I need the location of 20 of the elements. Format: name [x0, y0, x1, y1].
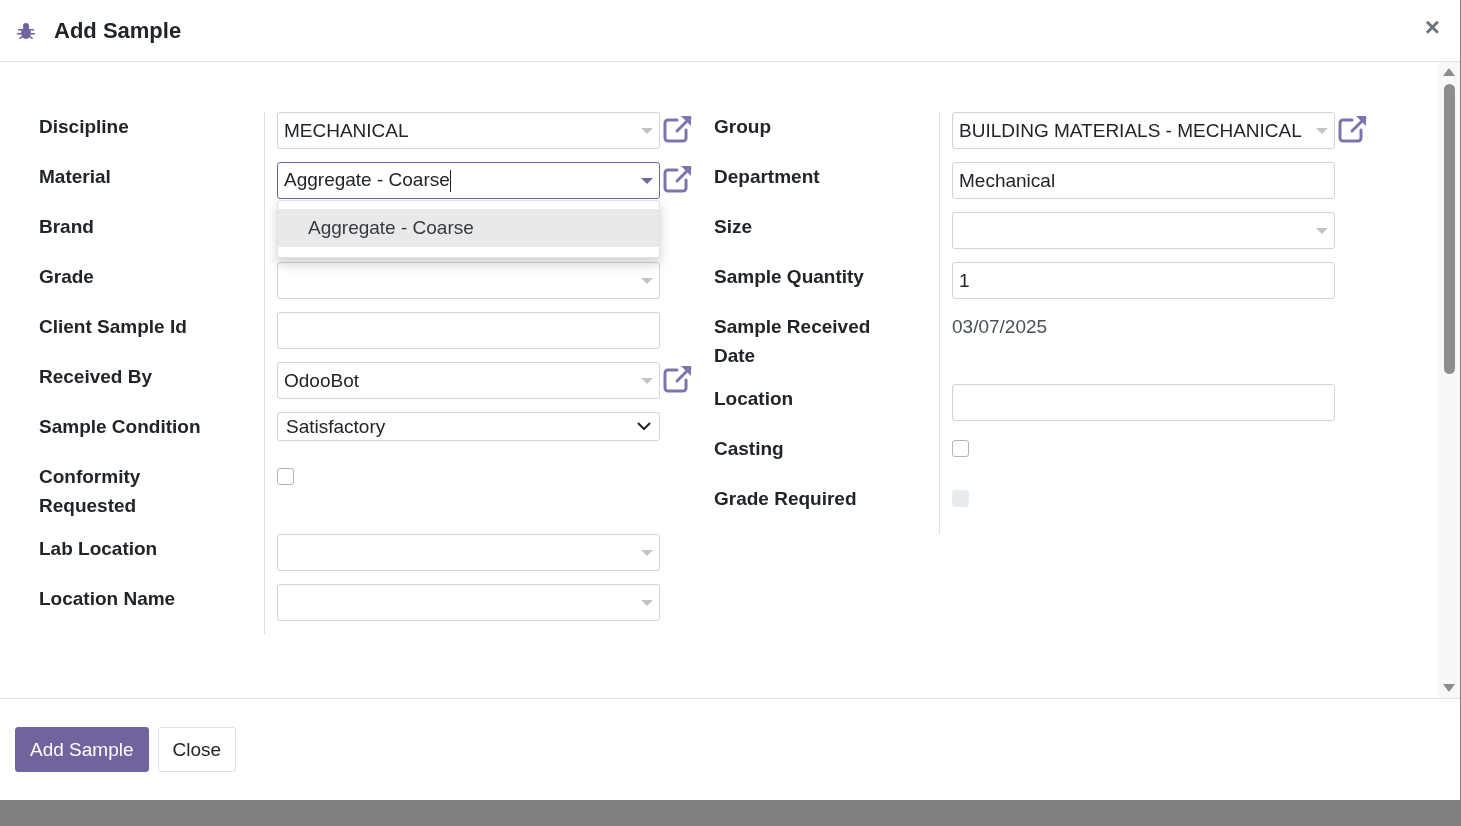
field-label: Grade: [39, 265, 95, 289]
field-label: Discipline: [39, 115, 130, 139]
field-label: Received By: [39, 365, 153, 389]
field-label: Client Sample Id: [39, 315, 188, 339]
field-label: Location: [714, 387, 795, 411]
field-label: Size: [714, 215, 754, 239]
field-label: Department: [714, 165, 821, 189]
field-label: Material: [39, 165, 112, 189]
field-label: Sample Received Date: [714, 315, 872, 368]
dialog-title: Add Sample: [54, 17, 183, 44]
field-label: Conformity Requested: [39, 465, 142, 518]
field-label: Lab Location: [39, 537, 159, 561]
field-label: Sample Quantity: [714, 265, 865, 289]
field-label: Grade Required: [714, 487, 858, 511]
date-value: 03/07/2025: [952, 315, 1048, 339]
field-label: Sample Condition: [39, 415, 202, 439]
field-label: Group: [714, 115, 772, 139]
field-label: Brand: [39, 215, 95, 239]
field-label: Casting: [714, 437, 785, 461]
field-label: Location Name: [39, 587, 177, 611]
